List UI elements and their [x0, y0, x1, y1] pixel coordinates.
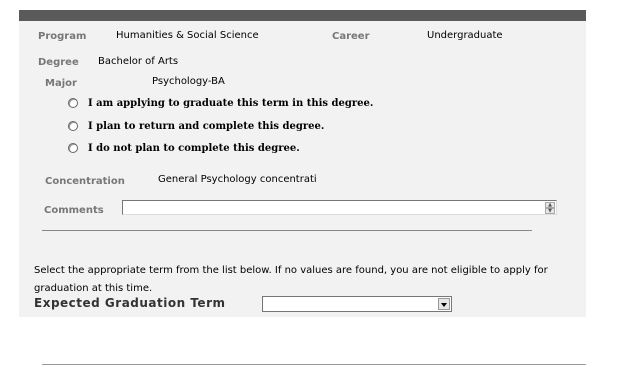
comments-textarea[interactable]: ▲ ▼ — [122, 200, 557, 215]
option-label: I do not plan to complete this degree. — [88, 142, 300, 154]
degree-label: Degree — [38, 57, 79, 68]
comments-label: Comments — [44, 205, 104, 216]
major-value: Psychology-BA — [152, 76, 225, 87]
option-return-to-complete[interactable]: I plan to return and complete this degre… — [68, 119, 324, 133]
divider — [42, 230, 532, 231]
footer-divider — [42, 364, 586, 365]
career-label: Career — [332, 31, 370, 42]
major-label: Major — [45, 78, 77, 89]
degree-value: Bachelor of Arts — [98, 56, 179, 67]
comments-scrollbar[interactable]: ▲ ▼ — [545, 202, 555, 214]
radio-button[interactable] — [68, 121, 78, 131]
option-not-complete[interactable]: I do not plan to complete this degree. — [68, 141, 300, 155]
option-label: I plan to return and complete this degre… — [88, 120, 325, 132]
expected-graduation-term-label: Expected Graduation Term — [34, 296, 226, 310]
concentration-label: Concentration — [45, 176, 125, 187]
program-value: Humanities & Social Science — [116, 30, 259, 41]
concentration-value: General Psychology concentrati — [158, 174, 317, 185]
radio-button[interactable] — [68, 143, 78, 153]
program-label: Program — [38, 31, 87, 42]
career-value: Undergraduate — [427, 30, 503, 41]
radio-button[interactable] — [68, 98, 78, 108]
instruction-text: Select the appropriate term from the lis… — [34, 265, 548, 294]
chevron-down-icon[interactable] — [438, 298, 450, 310]
option-graduate-this-term[interactable]: I am applying to graduate this term in t… — [68, 96, 373, 110]
option-label: I am applying to graduate this term in t… — [88, 97, 374, 109]
scroll-down-icon[interactable]: ▼ — [545, 208, 555, 214]
header-bar — [19, 10, 586, 21]
expected-graduation-term-select[interactable] — [262, 296, 452, 312]
